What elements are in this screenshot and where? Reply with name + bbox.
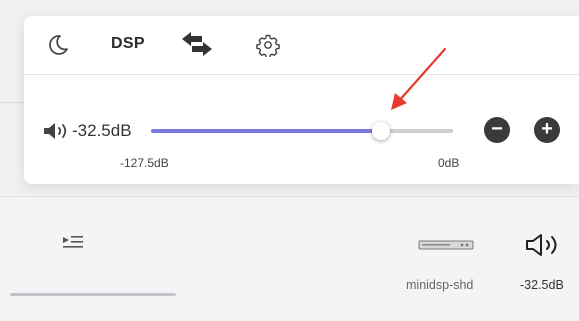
audio-device-icon: [418, 240, 474, 250]
queue-icon[interactable]: [62, 234, 84, 250]
volume-speaker-icon[interactable]: [42, 120, 72, 142]
volume-slider[interactable]: [151, 122, 453, 140]
volume-min-label: -127.5dB: [120, 156, 169, 170]
player-volume-label: -32.5dB: [520, 278, 564, 292]
volume-popup: DSP -32.5dB -127.5dB 0dB − +: [24, 16, 579, 184]
swap-arrows-icon[interactable]: [180, 30, 214, 58]
device-name[interactable]: minidsp-shd: [406, 278, 473, 292]
track-progress-bar[interactable]: [10, 293, 176, 296]
moon-icon[interactable]: [46, 33, 70, 57]
volume-down-button[interactable]: −: [484, 117, 510, 143]
volume-value: -32.5dB: [72, 121, 132, 140]
volume-max-label: 0dB: [438, 156, 460, 170]
slider-fill: [151, 129, 381, 133]
volume-up-button[interactable]: +: [534, 117, 560, 143]
gear-icon[interactable]: [256, 33, 280, 57]
slider-thumb[interactable]: [371, 122, 390, 140]
popup-toolbar: DSP: [24, 16, 579, 75]
player-bar: [0, 196, 579, 321]
dsp-button[interactable]: DSP: [111, 35, 145, 53]
speaker-icon[interactable]: [522, 232, 568, 258]
